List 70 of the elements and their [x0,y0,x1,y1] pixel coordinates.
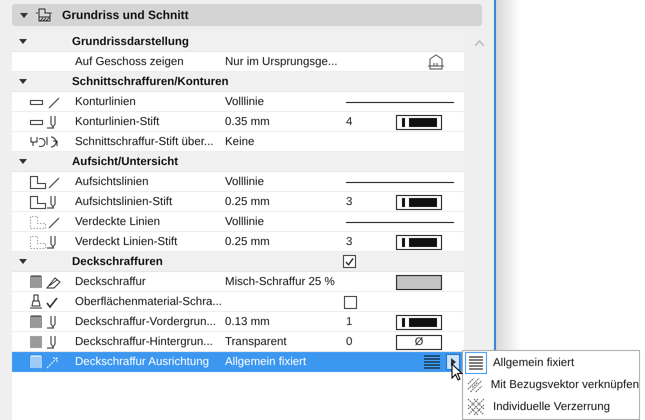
property-value: 0.25 mm [225,196,271,208]
property-label: Oberflächenmaterial-Schra... [75,296,224,308]
property-label: Konturlinien-Stift [75,116,160,128]
dropdown-button[interactable] [446,354,460,370]
property-row[interactable]: Aufsichtslinien Volllinie [12,172,464,192]
property-label: Konturlinien [75,96,137,108]
hatch-lines-icon [424,355,440,369]
pen-number: 0 [346,336,352,348]
menu-item[interactable]: Allgemein fixiert [463,353,639,373]
section-header[interactable]: Grundrissdarstellung [12,32,464,52]
property-value: Misch-Schraffur 25 % [225,276,336,288]
fill-pattern-swatch [396,274,442,290]
crosshatch-icon [465,396,487,418]
pen-number: 3 [346,236,352,248]
building-icon [428,54,444,70]
section-label: Schnittschraffuren/Konturen [72,76,230,88]
property-value: 0.35 mm [225,116,271,128]
property-value: Allgemein fixiert [225,356,308,368]
property-row[interactable]: Oberflächenmaterial-Schra... [12,292,464,312]
menu-item[interactable]: Individuelle Verzerrung [463,397,639,417]
panel-header[interactable]: Grundriss und Schnitt [12,4,482,26]
menu-item[interactable]: Mit Bezugsvektor verknüpfen [463,375,639,395]
pen-swatch [396,194,442,210]
expand-triangle-icon[interactable] [19,39,27,44]
property-row[interactable]: Aufsichtslinien-Stift 0.25 mm 3 [12,192,464,212]
pen-swatch [396,314,442,330]
property-label: Deckschraffur-Hintergrun... [75,336,214,348]
property-label: Aufsichtslinien [75,176,150,188]
section-header[interactable]: Deckschraffuren [12,252,464,272]
pen-swatch: Ø [396,334,442,350]
checkbox[interactable] [344,296,357,308]
property-label: Schnittschraffur-Stift über... [75,136,214,148]
property-label: Auf Geschoss zeigen [75,56,185,68]
expand-triangle-icon[interactable] [19,259,27,264]
property-label: Deckschraffur [75,276,147,288]
property-row[interactable]: Konturlinien-Stift 0.35 mm 4 [12,112,464,132]
property-label: Verdeckte Linien [75,216,162,228]
property-row[interactable]: Verdeckte Linien Volllinie [12,212,464,232]
section-header[interactable]: Aufsicht/Untersicht [12,152,464,172]
expand-triangle-icon[interactable] [19,159,27,164]
expand-triangle-icon[interactable] [19,79,27,84]
pen-number: 1 [346,316,352,328]
property-row[interactable]: Deckschraffur-Vordergrun... 0.13 mm 1 [12,312,464,332]
property-value: 0.13 mm [225,316,271,328]
section-header[interactable]: Schnittschraffuren/Konturen [12,72,464,92]
property-label: Aufsichtslinien-Stift [75,196,174,208]
property-value: Volllinie [225,176,265,188]
pen-number: 3 [346,196,352,208]
section-label: Deckschraffuren [72,256,164,268]
property-row[interactable]: Konturlinien Volllinie [12,92,464,112]
property-value: Volllinie [225,96,265,108]
property-value: Nur im Ursprungsge... [225,56,336,68]
property-value: 0.25 mm [225,236,271,248]
pen-swatch [396,114,442,130]
property-row[interactable]: Deckschraffur Misch-Schraffur 25 % [12,272,464,292]
property-label: Deckschraffur Ausrichtung [75,356,210,368]
expand-triangle-icon[interactable] [20,12,28,18]
pen-swatch [396,234,442,250]
property-label: Verdeckt Linien-Stift [75,236,178,248]
floor-plan-section-icon [36,8,52,22]
pen-number: 4 [346,116,352,128]
checkbox[interactable] [343,255,356,268]
property-value: Transparent [225,336,288,348]
property-value: Volllinie [225,216,265,228]
section-label: Aufsicht/Untersicht [72,156,180,168]
section-label: Grundrissdarstellung [72,36,190,48]
hatch-lines-icon [465,352,487,374]
panel-title: Grundriss und Schnitt [62,8,189,22]
property-label: Deckschraffur-Vordergrun... [75,316,218,328]
property-value: Keine [225,136,256,148]
